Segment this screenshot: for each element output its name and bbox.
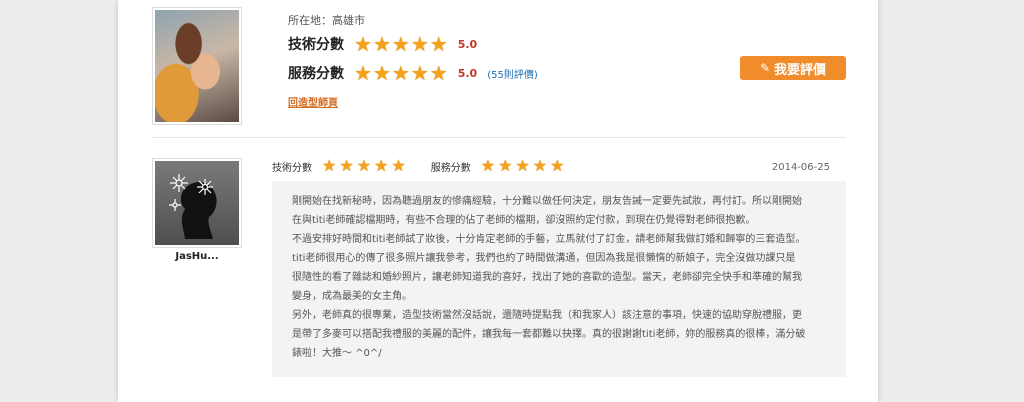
- pencil-icon: ✎: [759, 61, 771, 75]
- service-score-stars: ★ ★ ★ ★ ★: [354, 63, 449, 83]
- star-icon: ★: [515, 156, 530, 175]
- tech-score-stars: ★ ★ ★ ★ ★: [354, 34, 449, 54]
- star-icon: ★: [410, 32, 429, 56]
- tech-score-value: 5.0: [457, 37, 478, 51]
- review-line: 變身，成為最美的女主角。: [292, 291, 412, 302]
- reviewer-avatar-image: [155, 161, 239, 245]
- star-icon: ★: [429, 32, 448, 56]
- star-icon: ★: [374, 156, 389, 175]
- review-count-link[interactable]: (55則評價): [487, 66, 538, 81]
- write-review-button[interactable]: ✎ 我要評價: [740, 56, 846, 80]
- review-text: 剛開始在找新秘時，因為聽過朋友的慘痛經驗，十分難以做任何決定，朋友告誡一定要先試…: [272, 181, 846, 377]
- star-icon: ★: [354, 32, 372, 56]
- stylist-photo-image: [155, 10, 239, 122]
- review-line: 在與titi老師確認檔期時，有些不合理的佔了老師的檔期，卻沒照約定付款，到現在仍…: [292, 215, 756, 226]
- review-service-label: 服務分數: [430, 162, 471, 174]
- review-line: 另外，老師真的很專業，造型技術當然沒話說，還隨時提點我（和我家人）該注意的事項，…: [292, 310, 802, 321]
- review-line: 剛開始在找新秘時，因為聽過朋友的慘痛經驗，十分難以做任何決定，朋友告誡一定要先試…: [292, 196, 802, 207]
- review-line: 不過安排好時間和titi老師試了妝後，十分肯定老師的手藝，立馬就付了訂金，請老師…: [292, 234, 806, 245]
- star-icon: ★: [480, 156, 496, 175]
- review-date: 2014-06-25: [771, 162, 830, 173]
- tech-score-row: 技術分數 ★ ★ ★ ★ ★ 5.0: [288, 34, 477, 54]
- review-tech-label: 技術分數: [272, 162, 312, 174]
- review-line: titi老師很用心的傳了很多照片讓我參考，我們也約了時間做溝通，但因為我是很懶惰…: [292, 253, 796, 264]
- star-icon: ★: [391, 156, 406, 175]
- tech-score-label: 技術分數: [288, 37, 344, 53]
- back-to-stylist-link[interactable]: 回造型師頁: [288, 94, 338, 109]
- review-scores: 技術分數 ★ ★ ★ ★ ★ 服務分數 ★ ★ ★ ★ ★: [272, 158, 567, 174]
- review-service-stars: ★ ★ ★ ★ ★: [481, 158, 568, 174]
- review-line: 很隨性的看了雜誌和婚紗照片，讓老師知道我的喜好，找出了她的喜歡的造型。當天，老師…: [292, 272, 802, 283]
- review-tech-stars: ★ ★ ★ ★ ★: [322, 158, 409, 174]
- star-icon: ★: [532, 156, 548, 175]
- review-line: 是帶了多麥可以搭配我禮服的美麗的配件，讓我每一套都難以抉擇。真的很謝謝titi老…: [292, 329, 806, 340]
- star-icon: ★: [339, 156, 354, 175]
- reviewer-avatar: [152, 158, 242, 248]
- star-icon: ★: [391, 61, 410, 85]
- service-score-row: 服務分數 ★ ★ ★ ★ ★ 5.0 (55則評價): [288, 63, 538, 83]
- star-icon: ★: [356, 156, 372, 175]
- stylist-review-page: 所在地：高雄市 技術分數 ★ ★ ★ ★ ★ 5.0 服務分數 ★ ★ ★ ★ …: [118, 0, 878, 402]
- star-icon: ★: [391, 32, 410, 56]
- star-icon: ★: [429, 61, 448, 85]
- star-icon: ★: [322, 156, 337, 175]
- star-icon: ★: [354, 61, 372, 85]
- star-icon: ★: [550, 156, 565, 175]
- divider: [152, 137, 846, 138]
- location-text: 所在地：高雄市: [288, 14, 365, 27]
- star-icon: ★: [372, 32, 391, 56]
- write-review-label: 我要評價: [774, 62, 827, 78]
- service-score-label: 服務分數: [288, 66, 344, 82]
- stylist-photo: [152, 7, 242, 125]
- reviewer-username: JasHu...: [175, 251, 219, 262]
- review-line: 錶啦！大推～ ^0^/: [292, 348, 382, 359]
- star-icon: ★: [410, 61, 429, 85]
- star-icon: ★: [372, 61, 391, 85]
- service-score-value: 5.0: [457, 66, 478, 80]
- star-icon: ★: [498, 156, 513, 175]
